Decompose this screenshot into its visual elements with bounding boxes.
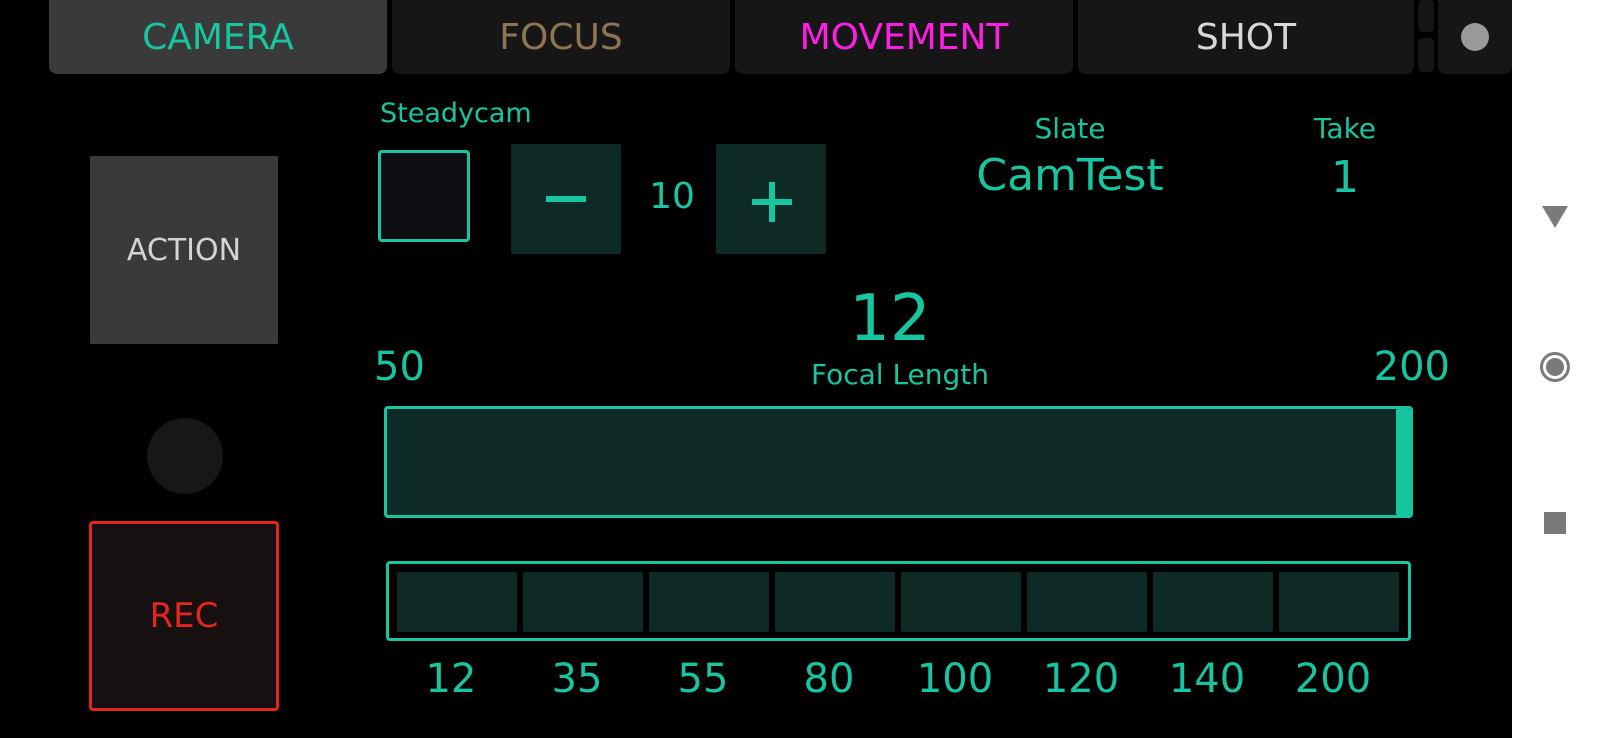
preset-80[interactable]	[775, 572, 895, 632]
decrement-button[interactable]	[511, 144, 621, 254]
preset-200[interactable]	[1279, 572, 1399, 632]
preset-120[interactable]	[1027, 572, 1147, 632]
preset-label-80: 80	[803, 656, 855, 702]
slate-label: Slate	[1034, 112, 1106, 145]
steadycam-label: Steadycam	[380, 98, 532, 129]
preset-35[interactable]	[523, 572, 643, 632]
preset-140[interactable]	[1153, 572, 1273, 632]
rec-button[interactable]: REC	[89, 521, 279, 711]
focal-length-label: Focal Length	[810, 358, 990, 391]
slate-value[interactable]: CamTest	[960, 150, 1180, 201]
tab-movement[interactable]: MOVEMENT	[735, 0, 1073, 74]
minus-icon	[546, 196, 586, 202]
preset-label-140: 140	[1168, 656, 1246, 702]
status-indicator	[147, 418, 223, 494]
preset-label-100: 100	[916, 656, 994, 702]
tab-focus[interactable]: FOCUS	[392, 0, 730, 74]
focal-min-label: 50	[374, 344, 425, 390]
focal-preset-bar	[386, 561, 1411, 641]
recents-square-icon[interactable]	[1544, 512, 1566, 534]
tab-record-indicator[interactable]	[1438, 0, 1512, 74]
take-label: Take	[1313, 112, 1377, 145]
rec-button-label: REC	[149, 596, 219, 636]
tab-grip-bottom	[1418, 38, 1434, 72]
preset-label-12: 12	[425, 656, 477, 702]
preset-100[interactable]	[901, 572, 1021, 632]
preset-label-120: 120	[1042, 656, 1120, 702]
tab-shot[interactable]: SHOT	[1078, 0, 1414, 74]
take-value[interactable]: 1	[1290, 152, 1400, 203]
focal-length-value: 12	[849, 282, 931, 356]
action-button[interactable]: ACTION	[90, 156, 278, 344]
slider-handle[interactable]	[1396, 409, 1410, 515]
camera-control-app: CAMERA FOCUS MOVEMENT SHOT ACTION REC St…	[0, 0, 1512, 738]
preset-label-55: 55	[677, 656, 729, 702]
tab-shot-label: SHOT	[1195, 16, 1297, 58]
home-circle-icon[interactable]	[1540, 352, 1570, 382]
record-dot-icon	[1461, 23, 1489, 51]
focal-max-label: 200	[1373, 344, 1450, 390]
tab-camera[interactable]: CAMERA	[49, 0, 387, 74]
plus-icon-vertical	[769, 182, 775, 222]
preset-label-200: 200	[1294, 656, 1372, 702]
stepper-value: 10	[649, 176, 695, 217]
tab-grip-top	[1418, 0, 1434, 32]
increment-button[interactable]	[716, 144, 826, 254]
preset-label-35: 35	[551, 656, 603, 702]
steadycam-checkbox[interactable]	[378, 150, 470, 242]
preset-55[interactable]	[649, 572, 769, 632]
action-button-label: ACTION	[126, 232, 242, 268]
preset-12[interactable]	[397, 572, 517, 632]
tab-camera-label: CAMERA	[142, 16, 294, 58]
tab-focus-label: FOCUS	[499, 16, 623, 58]
back-triangle-icon[interactable]	[1542, 206, 1568, 228]
focal-length-slider[interactable]	[384, 406, 1413, 518]
tab-movement-label: MOVEMENT	[799, 16, 1009, 58]
